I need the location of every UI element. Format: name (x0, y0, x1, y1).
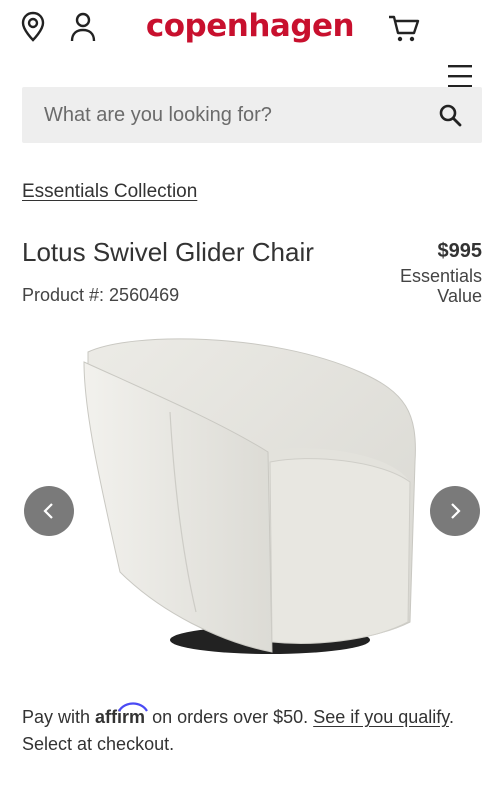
price-label-line2: Value (437, 286, 482, 306)
header: copenhagen (0, 0, 490, 88)
next-image-button[interactable] (430, 486, 480, 536)
search-icon[interactable] (436, 101, 464, 129)
chevron-left-icon (43, 503, 53, 519)
breadcrumb[interactable]: Essentials Collection (22, 181, 197, 203)
financing-period: . (448, 707, 454, 727)
financing-suffix: on orders over $50. (152, 707, 309, 727)
cart-icon[interactable] (386, 12, 422, 46)
account-icon[interactable] (68, 10, 98, 44)
product-number: Product #: 2560469 (22, 285, 180, 305)
financing-promo: Pay with affirm on orders over $50. See … (22, 702, 462, 758)
search-input[interactable] (42, 102, 426, 128)
product-title: Lotus Swivel Glider Chair (22, 237, 314, 267)
search-bar (22, 87, 482, 143)
financing-note: Select at checkout. (22, 734, 175, 754)
product-price: $995 (437, 240, 483, 262)
previous-image-button[interactable] (24, 486, 74, 536)
location-pin-icon[interactable] (18, 10, 48, 44)
product-image (70, 322, 430, 662)
affirm-arc-icon (118, 702, 148, 712)
financing-prefix: Pay with (22, 707, 91, 727)
price-label-line1: Essentials (399, 266, 482, 286)
affirm-logo: affirm (95, 702, 148, 727)
copenhagen-logo[interactable]: copenhagen (140, 4, 360, 48)
see-if-you-qualify-link[interactable]: See if you qualify (313, 707, 449, 727)
price-label: Essentials Value (362, 266, 482, 306)
chevron-right-icon (451, 503, 461, 519)
